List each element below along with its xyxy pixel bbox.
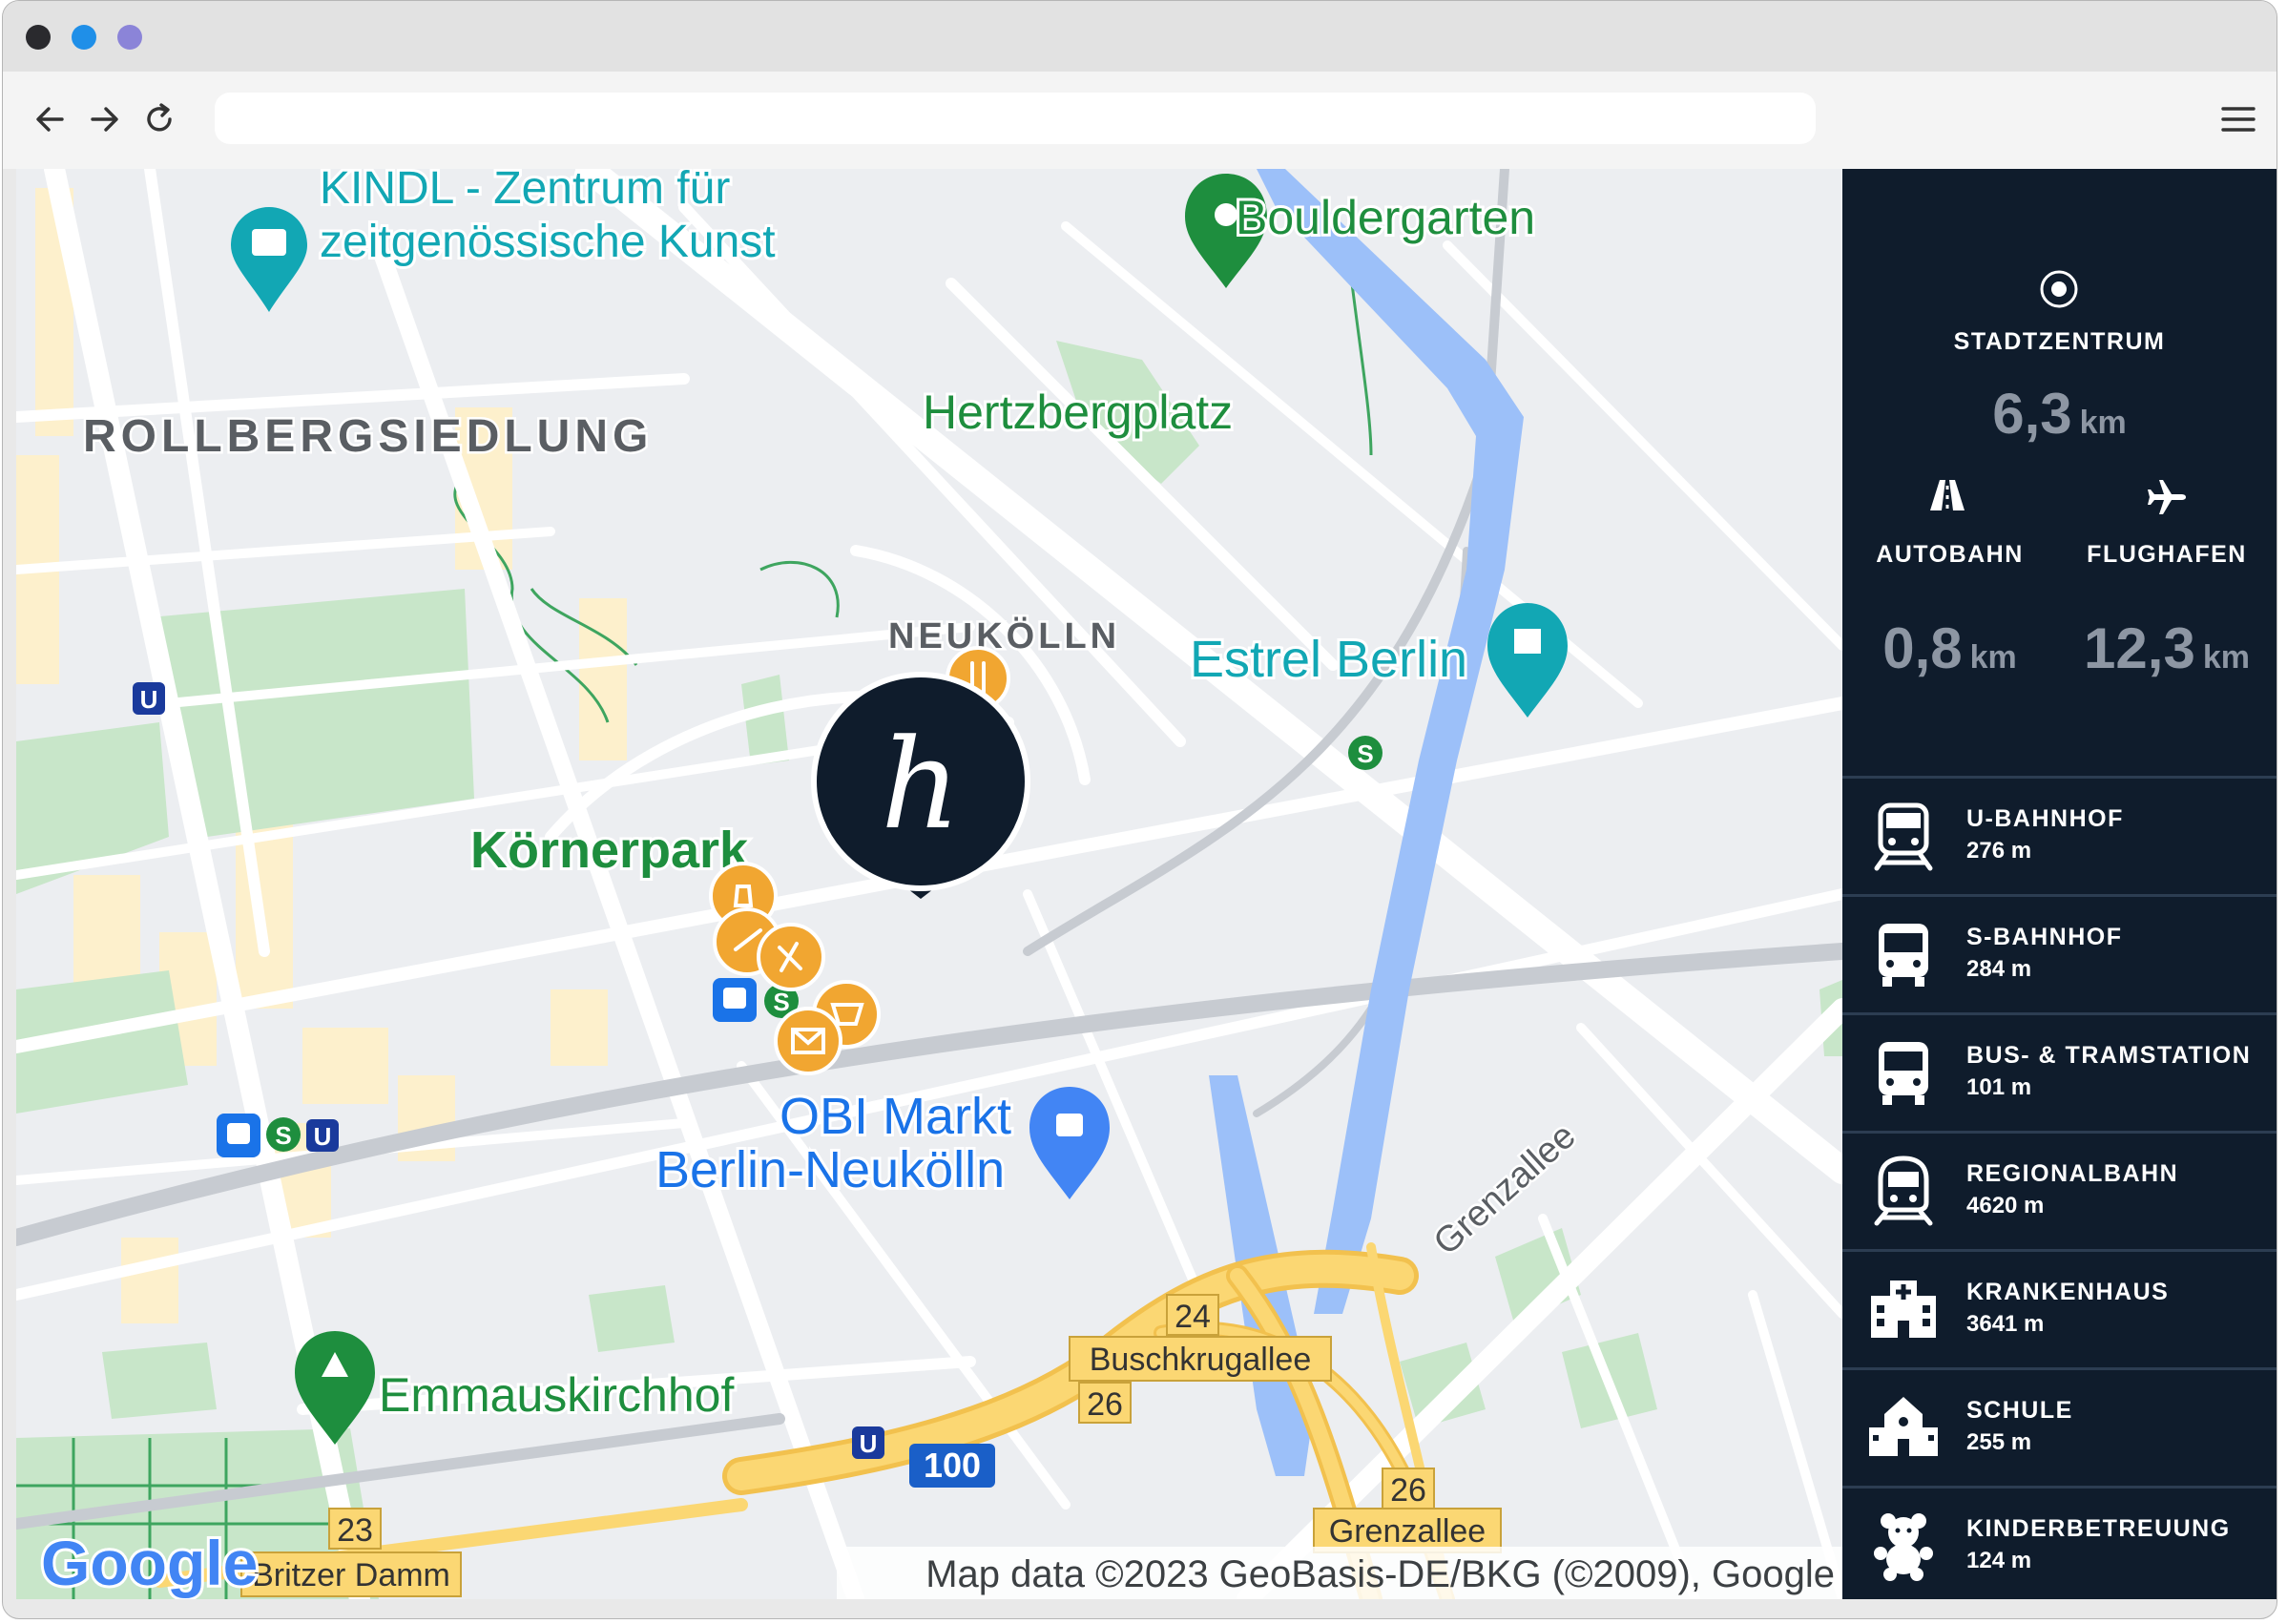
svg-text:Britzer Damm: Britzer Damm (252, 1557, 450, 1593)
svg-text:26: 26 (1087, 1386, 1123, 1423)
bouldergarten-label: Bouldergarten (1236, 191, 1535, 244)
s-bahn-badge-east[interactable]: S (1348, 736, 1383, 770)
list-item-schule[interactable]: SCHULE 255 m (1842, 1367, 2277, 1486)
svg-text:Buschkrugallee: Buschkrugallee (1090, 1342, 1311, 1378)
list-item-s-bahnhof[interactable]: S-BAHNHOF 284 m (1842, 894, 2277, 1012)
road-shield-26a: 26 (1078, 1382, 1132, 1424)
koernerpark-label: Körnerpark (470, 822, 749, 879)
target-icon (2040, 270, 2078, 308)
u-bahn-badge-south[interactable]: U (852, 1426, 884, 1459)
window-close-button[interactable] (26, 25, 51, 50)
stadtzentrum-distance: 6,3 km (1842, 381, 2277, 447)
road-shield-24: 24 (1166, 1294, 1219, 1336)
u-bahnhof-distance: 276 m (1966, 838, 2032, 864)
flughafen-distance: 12,3 km (2057, 615, 2277, 681)
list-item-bus-tram[interactable]: BUS- & TRAMSTATION 101 m (1842, 1012, 2277, 1131)
emmauskirchhof-label: Emmauskirchhof (379, 1368, 734, 1422)
u-bahn-badge-west[interactable]: U (133, 682, 165, 715)
list-item-u-bahnhof[interactable]: U-BAHNHOF 276 m (1842, 776, 2277, 894)
regional-train-icon (1874, 1156, 1933, 1226)
svg-text:U: U (140, 685, 158, 714)
regionalbahn-distance: 4620 m (1966, 1193, 2045, 1218)
browser-window: KINDL - Zentrum für zeitgenössische Kuns… (2, 0, 2277, 1619)
road-shield-23: 23 (328, 1508, 382, 1550)
rollbergsiedlung-label: ROLLBERGSIEDLUNG (83, 411, 653, 462)
krankenhaus-distance: 3641 m (1966, 1311, 2045, 1337)
kindl-label-line2: zeitgenössische Kunst (320, 217, 776, 267)
flughafen-unit: km (2202, 639, 2250, 676)
regionalbahn-label: REGIONALBAHN (1966, 1160, 2179, 1187)
svg-text:S: S (1357, 739, 1373, 768)
google-logo: Google (41, 1528, 258, 1598)
address-bar[interactable] (215, 93, 1816, 144)
estrel-berlin-label: Estrel Berlin (1190, 631, 1467, 688)
location-sidebar: STADTZENTRUM 6,3 km AUTOBAHN 0,8 km FLUGHA… (1842, 169, 2277, 1599)
stadtzentrum-label: STADTZENTRUM (1953, 328, 2166, 355)
stadtzentrum-unit: km (2079, 405, 2127, 441)
svg-text:S: S (275, 1121, 291, 1150)
bus-icon (1879, 1042, 1928, 1105)
grenzallee-sign: Grenzallee (1313, 1508, 1502, 1553)
title-bar (3, 1, 2277, 72)
svg-text:U: U (314, 1122, 332, 1151)
hospital-icon (1871, 1280, 1936, 1338)
map-attribution[interactable]: Map data ©2023 GeoBasis-DE/BKG (©2009), … (925, 1553, 1835, 1595)
kinderbetreuung-label: KINDERBETREUUNG (1966, 1515, 2231, 1542)
teddy-bear-icon (1874, 1513, 1933, 1581)
window-maximize-button[interactable] (117, 25, 142, 50)
stadtzentrum-value: 6,3 (1992, 382, 2072, 446)
arrow-right-icon[interactable] (83, 98, 125, 140)
kinderbetreuung-distance: 124 m (1966, 1548, 2032, 1573)
bus-tram-distance: 101 m (1966, 1074, 2032, 1100)
road-shield-26b: 26 (1382, 1468, 1435, 1509)
schule-label: SCHULE (1966, 1397, 2073, 1424)
window-minimize-button[interactable] (72, 25, 96, 50)
reload-icon[interactable] (138, 98, 180, 140)
s-bahnhof-distance: 284 m (1966, 956, 2032, 982)
svg-text:26: 26 (1390, 1472, 1426, 1509)
s-bahnhof-label: S-BAHNHOF (1966, 924, 2123, 950)
browser-toolbar (3, 72, 2277, 169)
arrow-left-icon[interactable] (30, 98, 72, 140)
autobahn-unit: km (1969, 639, 2017, 676)
svg-text:23: 23 (337, 1512, 373, 1549)
road-shield-100: 100 (909, 1444, 995, 1488)
svg-text:Grenzallee: Grenzallee (1329, 1513, 1486, 1550)
buschkrugallee-sign: Buschkrugallee (1069, 1336, 1332, 1382)
autobahn-distance: 0,8 km (1842, 615, 2057, 681)
svg-text:24: 24 (1175, 1299, 1211, 1335)
school-icon (1869, 1397, 1938, 1456)
list-item-kinderbetreuung[interactable]: KINDERBETREUUNG 124 m (1842, 1486, 2277, 1604)
list-item-regionalbahn[interactable]: REGIONALBAHN 4620 m (1842, 1131, 2277, 1249)
list-item-krankenhaus[interactable]: KRANKENHAUS 3641 m (1842, 1249, 2277, 1367)
krankenhaus-label: KRANKENHAUS (1966, 1279, 2170, 1305)
neukoelln-label: NEUKÖLLN (888, 615, 1120, 656)
obi-markt-label-line1: OBI Markt (780, 1088, 1011, 1145)
map-canvas[interactable]: KINDL - Zentrum für zeitgenössische Kuns… (16, 169, 1842, 1599)
marker-logo-letter: h (881, 712, 961, 857)
britzer-damm-sign: Britzer Damm (240, 1551, 462, 1597)
svg-text:S: S (773, 988, 789, 1016)
autobahn-value: 0,8 (1882, 616, 1963, 680)
hertzbergplatz-label: Hertzbergplatz (923, 385, 1233, 439)
bus-icon (1879, 924, 1928, 987)
subway-train-icon (1874, 802, 1933, 871)
autobahn-label: AUTOBAHN (1876, 541, 2024, 568)
highway-icon (1930, 480, 1965, 510)
schule-distance: 255 m (1966, 1429, 2032, 1455)
svg-text:100: 100 (924, 1446, 981, 1485)
airplane-icon (2148, 480, 2186, 514)
svg-text:U: U (860, 1429, 878, 1458)
u-bahnhof-label: U-BAHNHOF (1966, 805, 2124, 832)
obi-markt-label-line2: Berlin-Neukölln (655, 1141, 1005, 1198)
nearby-amenities-list: U-BAHNHOF 276 m S-BAHNHOF 284 m BUS- & T… (1842, 776, 2277, 1604)
hamburger-menu-icon[interactable] (2217, 98, 2259, 140)
bus-tram-label: BUS- & TRAMSTATION (1966, 1042, 2252, 1069)
flughafen-label: FLUGHAFEN (2087, 541, 2247, 568)
kindl-label-line1: KINDL - Zentrum für (320, 169, 730, 214)
map-view[interactable]: KINDL - Zentrum für zeitgenössische Kuns… (16, 169, 1842, 1599)
flughafen-value: 12,3 (2084, 616, 2195, 680)
